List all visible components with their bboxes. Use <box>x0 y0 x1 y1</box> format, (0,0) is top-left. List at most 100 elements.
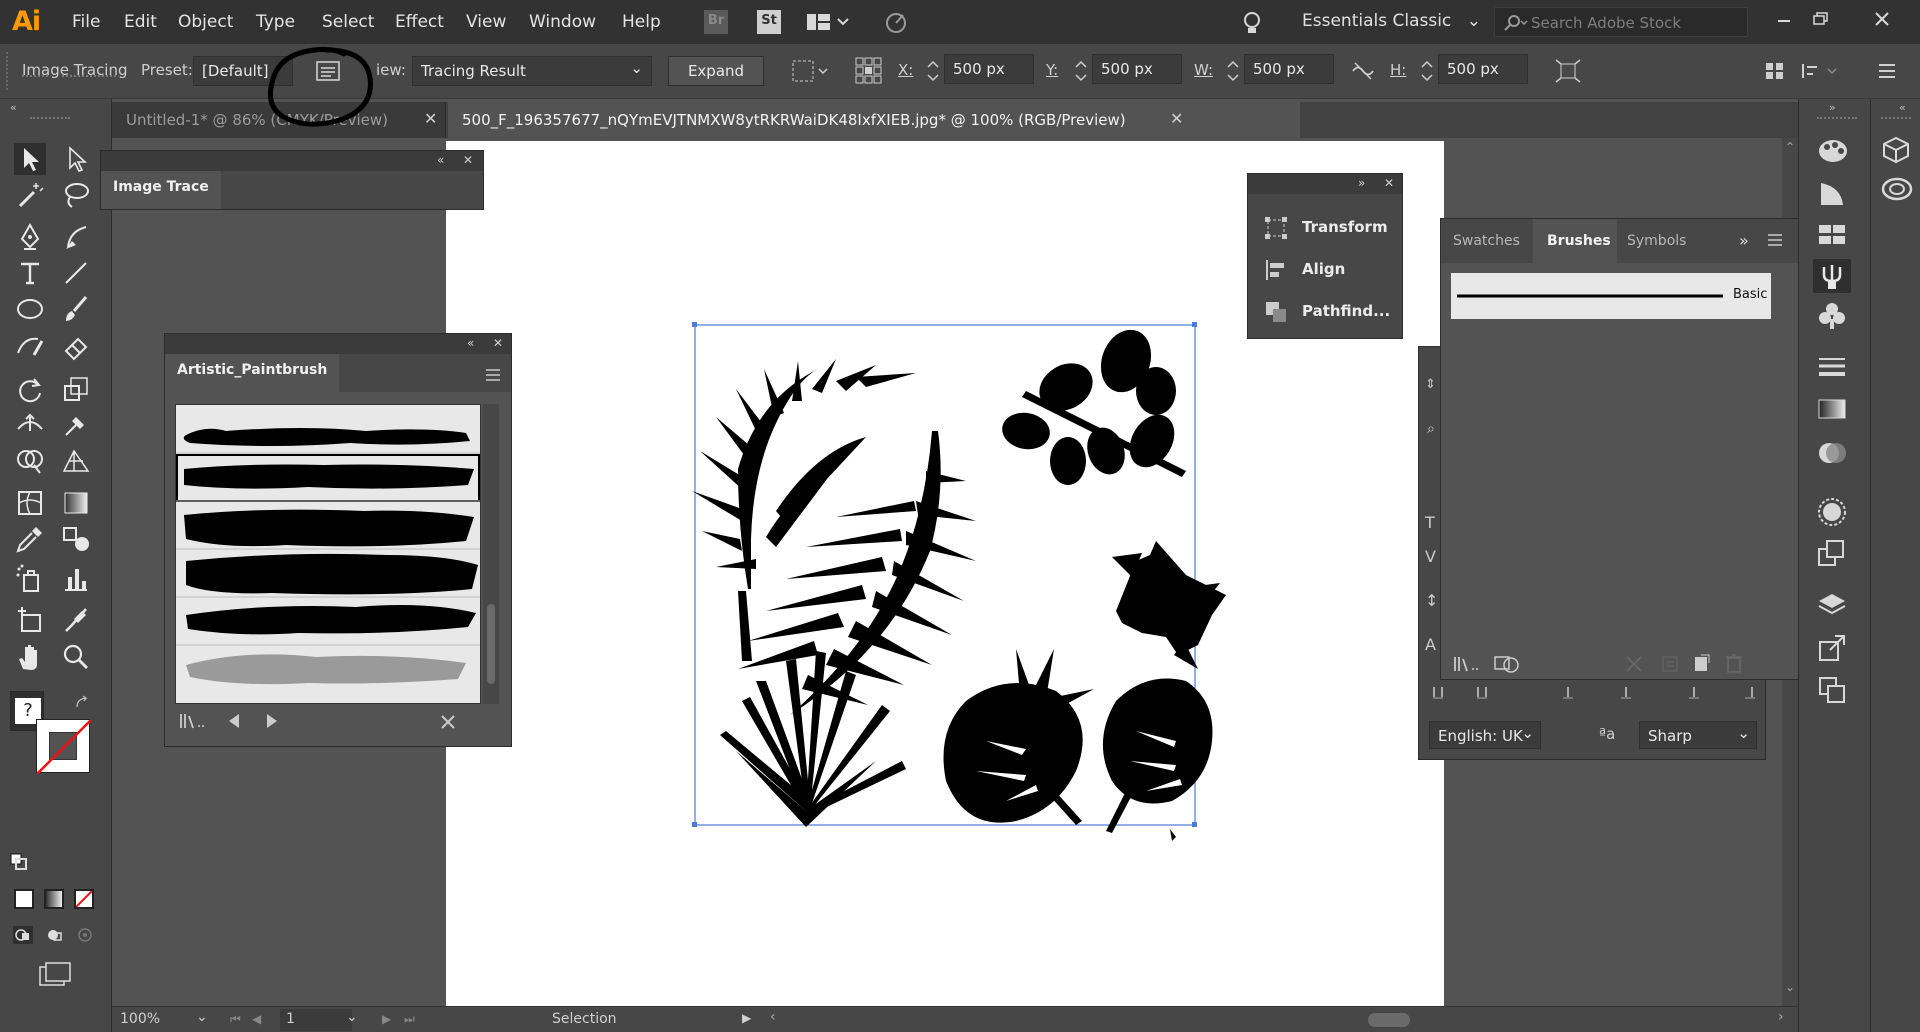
symbol-sprayer-tool-icon[interactable] <box>14 563 46 595</box>
blend-tool-icon[interactable] <box>60 523 92 555</box>
tab-artistic-paintbrush[interactable]: Artistic_Paintbrush <box>165 354 340 392</box>
transform-icon[interactable] <box>1554 58 1582 84</box>
tab-untitled[interactable]: Untitled-1* @ 86% (CMYK/Preview) <box>112 102 446 138</box>
stock-search-input[interactable]: Search Adobe Stock <box>1494 7 1748 37</box>
w-stepper-icon[interactable] <box>1226 58 1240 84</box>
artboard-tool-icon[interactable] <box>14 605 46 637</box>
tab-brushes[interactable]: Brushes <box>1533 219 1617 263</box>
last-artboard-icon[interactable]: ⏭ <box>404 1012 415 1027</box>
reference-point-icon[interactable] <box>854 56 884 86</box>
color-icon[interactable] <box>1817 179 1847 207</box>
close-icon[interactable]: ✕ <box>424 109 437 128</box>
appearance-icon[interactable] <box>1817 497 1847 527</box>
image-trace-panel-icon[interactable] <box>316 61 340 81</box>
search-icon[interactable]: ⌕ <box>1427 421 1435 437</box>
selection-tool-icon[interactable] <box>14 143 46 175</box>
y-stepper-icon[interactable] <box>1074 58 1088 84</box>
bridge-icon[interactable]: Br <box>704 10 728 34</box>
change-screen-mode-icon[interactable] <box>38 961 72 987</box>
menu-object[interactable]: Object <box>178 12 233 32</box>
properties-icon[interactable] <box>1881 135 1911 165</box>
transform-panel-button[interactable]: Transform <box>1264 214 1394 244</box>
collapse-dock-icon[interactable]: « <box>1899 101 1906 114</box>
tab-swatches[interactable]: Swatches <box>1453 233 1520 249</box>
column-graph-tool-icon[interactable] <box>60 563 92 595</box>
chevron-down-icon[interactable]: ⌄ <box>346 1009 358 1025</box>
eraser-tool-icon[interactable] <box>60 331 92 363</box>
width-tool-icon[interactable] <box>14 409 46 441</box>
control-bar-grip[interactable] <box>6 52 10 90</box>
default-fill-stroke-icon[interactable] <box>10 853 28 871</box>
new-brush-icon[interactable] <box>1693 653 1711 673</box>
ellipse-tool-icon[interactable] <box>14 293 46 325</box>
stroke-swatch[interactable] <box>36 719 91 774</box>
paintbrush-tool-icon[interactable] <box>60 293 92 325</box>
x-stepper-icon[interactable] <box>926 58 940 84</box>
scroll-thumb[interactable] <box>1368 1013 1410 1027</box>
image-tracing-link[interactable]: Image Tracing <box>22 61 128 79</box>
transparency-icon[interactable] <box>1817 439 1847 467</box>
antialiasing-select[interactable]: Sharp ⌄ <box>1639 721 1757 749</box>
close-icon[interactable]: ✕ <box>463 153 473 167</box>
slice-tool-icon[interactable] <box>60 605 92 637</box>
menu-help[interactable]: Help <box>622 12 661 32</box>
chevron-down-icon[interactable]: ⌄ <box>196 1009 208 1025</box>
collapse-panel-icon[interactable]: « <box>437 153 444 167</box>
libraries-panel-icon[interactable] <box>1493 653 1521 673</box>
workspace-switcher[interactable]: Essentials Classic ⌄ <box>1302 11 1481 31</box>
isolate-icon[interactable] <box>1800 60 1840 82</box>
language-select[interactable]: English: UK ⌄ <box>1429 721 1541 749</box>
collapse-dock-icon[interactable]: » <box>1829 101 1836 114</box>
magic-wand-tool-icon[interactable] <box>14 179 46 211</box>
eyedropper-tool-icon[interactable] <box>14 523 46 555</box>
chevron-up-icon[interactable]: ⌃ <box>1785 140 1795 154</box>
graphic-styles-icon[interactable] <box>1817 539 1847 567</box>
menu-type[interactable]: Type <box>256 12 295 32</box>
line-segment-tool-icon[interactable] <box>60 257 92 289</box>
menu-edit[interactable]: Edit <box>124 12 157 32</box>
tab-image-trace[interactable]: Image Trace <box>101 171 221 209</box>
expand-panel-icon[interactable]: » <box>1739 231 1749 250</box>
chevron-down-icon[interactable]: ⌄ <box>1785 980 1795 994</box>
stroke-icon[interactable] <box>1817 355 1847 379</box>
creative-cloud-libraries-icon[interactable] <box>1881 175 1913 201</box>
menu-file[interactable]: File <box>72 12 100 32</box>
gpu-performance-icon[interactable] <box>882 10 906 34</box>
asset-export-icon[interactable] <box>1817 633 1847 663</box>
collapse-panel-icon[interactable]: « <box>467 336 474 350</box>
brush-libraries-menu-icon[interactable] <box>179 712 207 730</box>
close-icon[interactable]: ✕ <box>493 336 503 350</box>
menu-effect[interactable]: Effect <box>395 12 444 32</box>
symbols-icon[interactable] <box>1817 301 1847 331</box>
w-input[interactable]: 500 px <box>1244 54 1334 84</box>
arrange-documents-icon[interactable] <box>806 10 852 34</box>
brush-options-icon[interactable] <box>1661 655 1679 673</box>
gradient-icon[interactable] <box>1817 397 1847 421</box>
lightbulb-icon[interactable] <box>1240 10 1264 34</box>
close-icon[interactable]: ✕ <box>1384 176 1394 190</box>
first-artboard-icon[interactable]: ⏮ <box>230 1012 241 1027</box>
zoom-tool-icon[interactable] <box>60 641 92 673</box>
brush-libraries-menu-icon[interactable] <box>1453 655 1481 673</box>
draw-normal-icon[interactable] <box>12 925 34 945</box>
panel-menu-icon[interactable] <box>1767 233 1783 247</box>
swatches-icon[interactable] <box>1817 223 1847 247</box>
shape-builder-tool-icon[interactable] <box>14 445 46 477</box>
perspective-grid-tool-icon[interactable] <box>60 445 92 477</box>
h-stepper-icon[interactable] <box>1420 58 1434 84</box>
gradient-mode-icon[interactable] <box>44 889 64 909</box>
hand-tool-icon[interactable] <box>14 641 46 673</box>
lasso-tool-icon[interactable] <box>60 179 92 211</box>
horizontal-scrollbar[interactable]: ‹ › <box>770 1009 1792 1029</box>
puppet-warp-tool-icon[interactable] <box>60 409 92 441</box>
delete-brush-icon[interactable] <box>1725 653 1743 673</box>
gradient-tool-icon[interactable] <box>60 487 92 519</box>
expand-button[interactable]: Expand <box>668 56 764 86</box>
menu-window[interactable]: Window <box>529 12 596 32</box>
brush-list-scrollbar[interactable] <box>483 404 499 704</box>
swap-fill-stroke-icon[interactable] <box>74 695 90 711</box>
shaper-tool-icon[interactable] <box>14 331 46 363</box>
panel-header[interactable]: « ✕ <box>101 151 483 171</box>
artboards-icon[interactable] <box>1817 675 1847 705</box>
tab-symbols[interactable]: Symbols <box>1627 233 1686 249</box>
